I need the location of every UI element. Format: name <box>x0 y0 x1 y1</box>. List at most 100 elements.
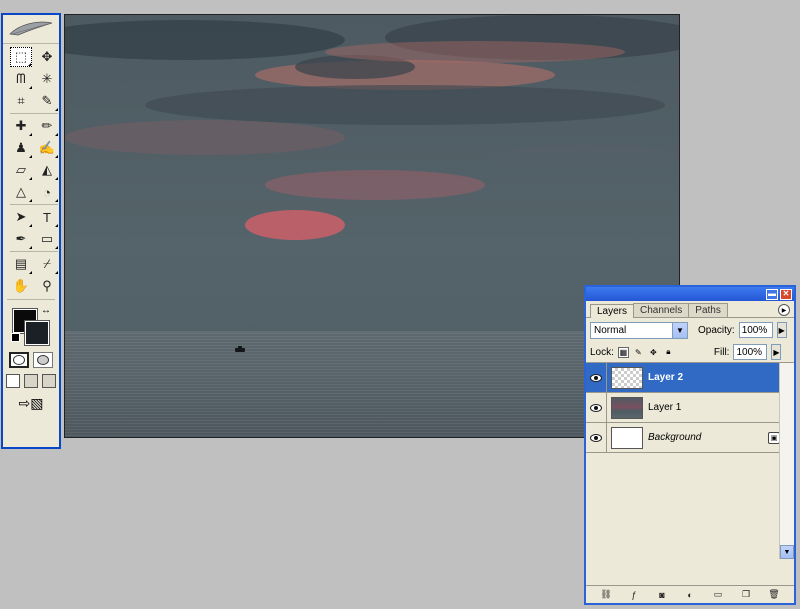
layers-bottom-toolbar: ⛓ ƒ ◙ ◐ ▭ ❐ 🗑︎ <box>586 585 794 603</box>
more-tools-indicator <box>29 133 32 136</box>
layer-row[interactable]: Layer 1 <box>586 393 794 423</box>
more-tools-indicator <box>29 155 32 158</box>
opacity-input[interactable]: 100% <box>738 322 773 338</box>
trash-icon[interactable]: 🗑︎ <box>767 589 781 601</box>
notes-tool-icon[interactable]: ▤ <box>10 254 32 274</box>
crop-tool-icon[interactable]: ⌗ <box>10 91 32 111</box>
layer-row[interactable]: Layer 2 <box>586 363 794 393</box>
lock-all-icon[interactable]: 🔒︎ <box>663 347 674 358</box>
background-color-swatch[interactable] <box>24 320 50 346</box>
tab-paths[interactable]: Paths <box>688 303 728 317</box>
more-tools-indicator <box>55 177 58 180</box>
minimize-icon[interactable]: ▬ <box>766 288 778 300</box>
clone-stamp-tool-icon[interactable]: ♟ <box>10 138 32 158</box>
more-tools-indicator <box>55 133 58 136</box>
swap-colors-icon[interactable]: ↔ <box>41 305 51 316</box>
more-tools-indicator <box>55 108 58 111</box>
eyedropper-tool-icon[interactable]: ⌿ <box>36 254 58 274</box>
blend-mode-select[interactable]: Normal ▼ <box>590 321 688 339</box>
lock-row: Lock: ▦ ✎ ✥ 🔒︎ Fill: 100% ▶ <box>586 342 794 363</box>
lock-transparent-pixels-icon[interactable]: ▦ <box>617 346 629 358</box>
close-icon[interactable]: ✕ <box>780 288 792 300</box>
layer-thumbnail <box>611 366 643 389</box>
jump-to-imageready-icon[interactable]: ⇨▧ <box>9 394 53 412</box>
blur-tool-icon[interactable]: △ <box>10 182 32 202</box>
boat-silhouette <box>235 346 245 352</box>
more-tools-indicator <box>55 246 58 249</box>
palette-menu-icon[interactable]: ▶ <box>778 304 790 316</box>
layer-thumbnail <box>611 426 643 449</box>
opacity-label: Opacity: <box>698 324 735 336</box>
blend-mode-value: Normal <box>594 324 627 336</box>
rectangle-tool-icon[interactable]: ▭ <box>36 229 58 249</box>
tool-separator <box>10 113 58 114</box>
tool-separator <box>10 204 58 205</box>
slice-tool-icon[interactable]: ✎ <box>36 91 58 111</box>
layer-list: Layer 2 Layer 1 Background ▣ ▼ <box>586 363 794 559</box>
link-layers-icon[interactable]: ⛓ <box>599 589 613 601</box>
zoom-tool-icon[interactable]: ⚲ <box>36 276 58 296</box>
more-tools-indicator <box>29 86 32 89</box>
history-brush-tool-icon[interactable]: ✍ <box>36 138 58 158</box>
paint-bucket-tool-icon[interactable]: ◭ <box>36 160 58 180</box>
layer-name: Background <box>648 432 702 443</box>
layers-palette: ▬ ✕ Layers Channels Paths ▶ Normal ▼ Opa… <box>584 285 796 605</box>
standard-screen-mode-button[interactable] <box>6 374 20 388</box>
standard-mode-button[interactable] <box>9 352 29 368</box>
layer-row[interactable]: Background ▣ <box>586 423 794 453</box>
new-layer-icon[interactable]: ❐ <box>739 589 753 601</box>
full-screen-mode-button[interactable] <box>42 374 56 388</box>
full-screen-menu-mode-button[interactable] <box>24 374 38 388</box>
photoshop-feather-icon[interactable] <box>3 15 59 44</box>
tab-layers[interactable]: Layers <box>590 304 635 318</box>
type-tool-icon[interactable]: T <box>36 207 58 227</box>
new-group-icon[interactable]: ▭ <box>711 589 725 601</box>
tab-channels[interactable]: Channels <box>633 303 690 317</box>
screen-mode-row <box>3 371 59 391</box>
color-swatches: ↔ <box>3 303 59 349</box>
path-selection-tool-icon[interactable]: ➤ <box>10 207 32 227</box>
visibility-eye-icon[interactable] <box>586 363 607 392</box>
move-tool-icon[interactable]: ✥ <box>36 47 58 67</box>
lock-label: Lock: <box>590 346 614 358</box>
quick-mask-mode-button[interactable] <box>33 352 53 368</box>
visibility-eye-icon[interactable] <box>586 393 607 422</box>
dodge-tool-icon[interactable]: ◔ <box>36 182 58 202</box>
fill-input[interactable]: 100% <box>733 344 768 360</box>
pen-tool-icon[interactable]: ✒ <box>10 229 32 249</box>
visibility-eye-icon[interactable] <box>586 423 607 452</box>
lasso-tool-icon[interactable]: ᗰ <box>10 69 32 89</box>
lock-position-icon[interactable]: ✥ <box>648 347 659 358</box>
more-tools-indicator <box>29 246 32 249</box>
more-tools-indicator <box>55 155 58 158</box>
healing-brush-tool-icon[interactable]: ✚ <box>10 116 32 136</box>
layer-list-scrollbar[interactable]: ▼ <box>779 363 794 559</box>
brush-tool-icon[interactable]: ✏ <box>36 116 58 136</box>
layer-name: Layer 1 <box>648 402 682 413</box>
layer-thumbnail <box>611 396 643 419</box>
scroll-down-icon[interactable]: ▼ <box>780 545 794 559</box>
magic-wand-tool-icon[interactable]: ✳ <box>36 69 58 89</box>
palette-tabs: Layers Channels Paths ▶ <box>586 301 794 318</box>
palette-titlebar[interactable]: ▬ ✕ <box>586 287 794 301</box>
edit-mode-row <box>3 349 59 371</box>
lock-image-pixels-icon[interactable]: ✎ <box>633 347 644 358</box>
hand-tool-icon[interactable]: ✋ <box>10 276 32 296</box>
adjustment-layer-icon[interactable]: ◐ <box>683 589 697 601</box>
eraser-tool-icon[interactable]: ▱ <box>10 160 32 180</box>
fill-slider-arrow-icon[interactable]: ▶ <box>771 344 782 360</box>
more-tools-indicator <box>29 224 32 227</box>
more-tools-indicator <box>29 199 32 202</box>
chevron-down-icon: ▼ <box>672 322 687 338</box>
tool-grid: ⬚ ✥ ᗰ ✳ ⌗ ✎ ✚ ✏ ♟ ✍ ▱ ◭ △ ◔ ➤ T ✒ ▭ ▤ ⌿ ✋ ⚲ <box>3 44 59 296</box>
opacity-slider-arrow-icon[interactable]: ▶ <box>776 322 787 338</box>
marquee-tool-icon[interactable]: ⬚ <box>10 47 32 67</box>
tool-separator <box>10 251 58 252</box>
layer-style-icon[interactable]: ƒ <box>627 589 641 601</box>
more-tools-indicator <box>55 199 58 202</box>
more-tools-indicator <box>29 271 32 274</box>
default-colors-icon[interactable] <box>11 333 20 342</box>
more-tools-indicator <box>55 271 58 274</box>
more-tools-indicator <box>28 63 31 66</box>
add-mask-icon[interactable]: ◙ <box>655 589 669 601</box>
